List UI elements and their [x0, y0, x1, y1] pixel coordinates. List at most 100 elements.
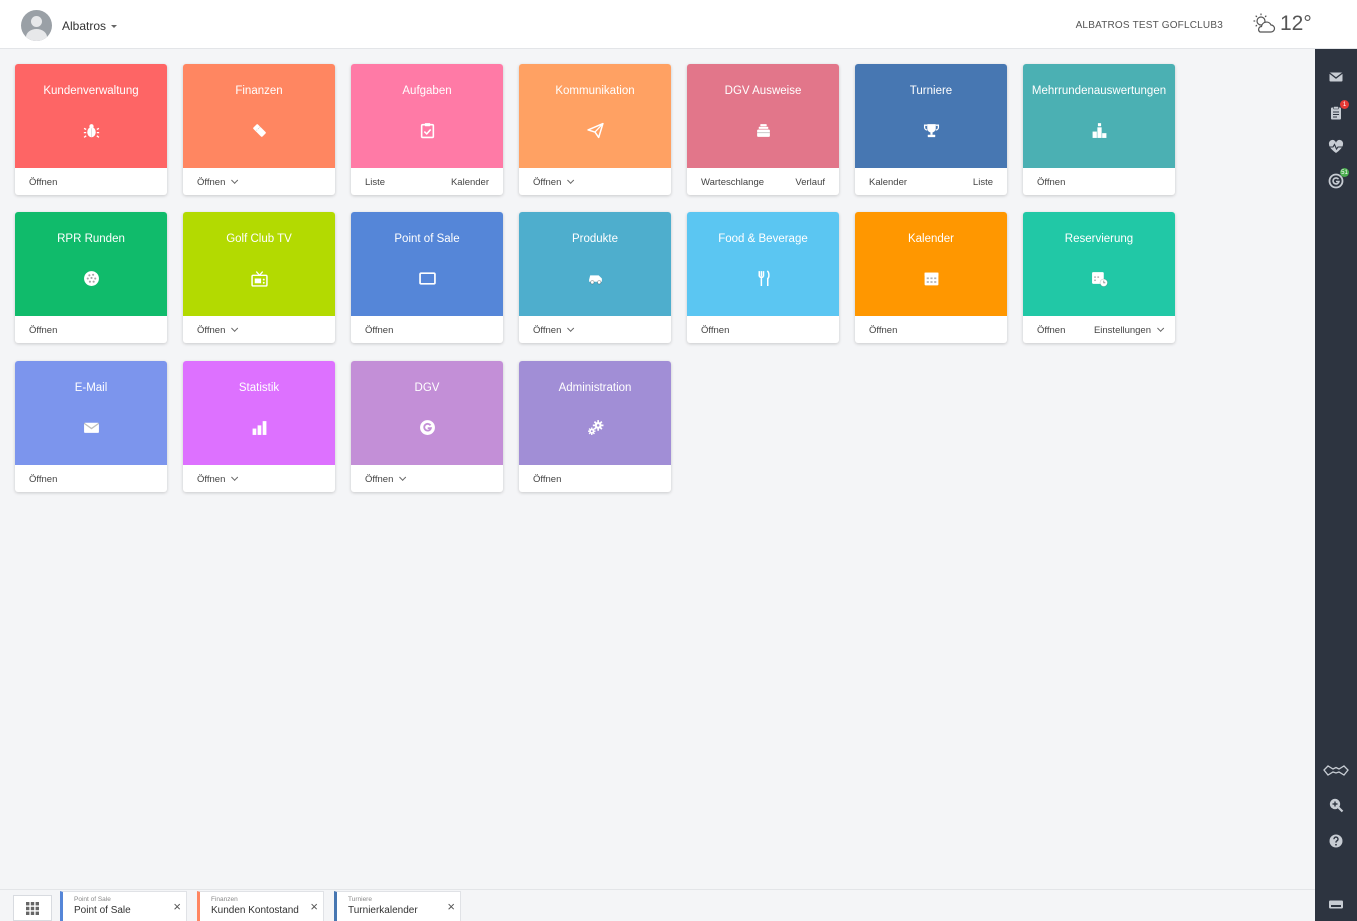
tile-header-kalender[interactable]: Kalender — [855, 212, 1007, 316]
grid-icon — [26, 901, 39, 915]
ticket-icon — [249, 120, 269, 140]
tile-link-left[interactable]: Öffnen — [365, 325, 393, 336]
bottom-tab[interactable]: Turniere Turnierkalender × — [334, 891, 461, 921]
heartbeat-icon[interactable] — [1327, 138, 1345, 156]
tile-title: DGV — [414, 382, 440, 394]
tile-link-label: Liste — [972, 177, 993, 188]
app-grid-button[interactable] — [13, 895, 52, 921]
tile-link-label: Öffnen — [197, 474, 226, 485]
tile-header-turniere[interactable]: Turniere — [855, 64, 1007, 168]
tile-header-rpr-runden[interactable]: RPR Runden — [15, 212, 167, 316]
partly-cloudy-icon — [1253, 13, 1276, 33]
tile-footer: Öffnen — [351, 465, 503, 492]
bottom-tab[interactable]: Point of Sale Point of Sale × — [60, 891, 187, 921]
tile-link-left[interactable]: Öffnen — [1037, 325, 1065, 336]
tablet-icon — [417, 268, 437, 288]
tile-header-statistik[interactable]: Statistik — [183, 361, 335, 465]
top-header: Albatros ALBATROS TEST GOFLCLUB3 12° — [0, 0, 1357, 49]
tile-point-of-sale: Point of Sale Öffnen — [351, 212, 503, 343]
tile-title: Aufgaben — [402, 85, 452, 97]
calendar-icon — [921, 268, 941, 288]
bottom-tab-label: Kunden Kontostand — [211, 905, 299, 916]
tile-link-left[interactable]: Liste — [365, 177, 385, 188]
tile-link-right[interactable]: Kalender — [451, 177, 489, 188]
mail-icon[interactable] — [1327, 68, 1345, 86]
tile-header-kommunikation[interactable]: Kommunikation — [519, 64, 671, 168]
tile-link-left[interactable]: Öffnen — [869, 325, 897, 336]
tile-header-golf-club-tv[interactable]: Golf Club TV — [183, 212, 335, 316]
user-avatar[interactable] — [21, 10, 52, 41]
chevron-down-icon — [231, 176, 239, 184]
tile-header-administration[interactable]: Administration — [519, 361, 671, 465]
tile-link-left[interactable]: Öffnen — [365, 473, 407, 485]
tile-footer: Öffnen — [183, 316, 335, 343]
tile-header-point-of-sale[interactable]: Point of Sale — [351, 212, 503, 316]
cutlery-icon — [753, 268, 773, 288]
tile-link-left[interactable]: Warteschlange — [701, 177, 764, 188]
tile-link-right[interactable]: Liste — [973, 177, 993, 188]
tile-link-label: Öffnen — [29, 325, 58, 336]
tile-kalender: Kalender Öffnen — [855, 212, 1007, 343]
tile-link-left[interactable]: Öffnen — [29, 474, 57, 485]
tile-link-left[interactable]: Öffnen — [197, 176, 239, 188]
tile-header-reservierung[interactable]: Reservierung — [1023, 212, 1175, 316]
tile-link-left[interactable]: Öffnen — [29, 325, 57, 336]
tile-link-label: Warteschlange — [701, 177, 765, 188]
tile-link-left[interactable]: Kalender — [869, 177, 907, 188]
tile-header-e-mail[interactable]: E-Mail — [15, 361, 167, 465]
tile-footer: Öffnen — [1023, 168, 1175, 195]
tile-header-dgv[interactable]: DGV — [351, 361, 503, 465]
chevron-down-icon — [399, 473, 407, 481]
tile-footer: Öffnen — [15, 316, 167, 343]
tile-kommunikation: Kommunikation Öffnen — [519, 64, 671, 195]
tile-link-left[interactable]: Öffnen — [701, 325, 729, 336]
tile-header-food-beverage[interactable]: Food & Beverage — [687, 212, 839, 316]
bottom-tab-category: Finanzen — [211, 896, 238, 903]
dgv-icon[interactable]: 51 — [1327, 168, 1349, 190]
tile-title: Kommunikation — [555, 85, 635, 97]
glasses-icon[interactable] — [1323, 762, 1349, 780]
tile-food-beverage: Food & Beverage Öffnen — [687, 212, 839, 343]
tile-header-dgv-ausweise[interactable]: DGV Ausweise — [687, 64, 839, 168]
tile-link-label: Öffnen — [533, 474, 562, 485]
zoom-in-icon[interactable] — [1327, 796, 1345, 814]
tile-header-finanzen[interactable]: Finanzen — [183, 64, 335, 168]
tile-link-left[interactable]: Öffnen — [533, 474, 561, 485]
close-icon[interactable]: × — [447, 900, 455, 913]
tile-link-left[interactable]: Öffnen — [197, 324, 239, 336]
tile-link-left[interactable]: Öffnen — [1037, 177, 1065, 188]
paper-plane-icon — [585, 120, 605, 140]
tile-link-right[interactable]: Verlauf — [795, 177, 825, 188]
tile-link-left[interactable]: Öffnen — [533, 324, 575, 336]
tile-link-label: Öffnen — [29, 177, 58, 188]
tile-link-left[interactable]: Öffnen — [197, 473, 239, 485]
tile-link-left[interactable]: Öffnen — [29, 177, 57, 188]
tile-finanzen: Finanzen Öffnen — [183, 64, 335, 195]
help-icon[interactable] — [1327, 832, 1345, 850]
tile-mehrrundenauswertungen: Mehrrundenauswertungen Öffnen — [1023, 64, 1175, 195]
clipboard-icon[interactable]: 1 — [1327, 100, 1349, 122]
tv-icon — [249, 268, 269, 288]
dgv-badge: 51 — [1340, 168, 1349, 177]
tile-title: Reservierung — [1064, 233, 1134, 245]
bottom-tab[interactable]: Finanzen Kunden Kontostand × — [197, 891, 324, 921]
user-menu[interactable]: Albatros — [62, 19, 118, 33]
tile-link-label: Öffnen — [197, 325, 226, 336]
tile-header-produkte[interactable]: Produkte — [519, 212, 671, 316]
tile-title: Kalender — [907, 233, 955, 245]
tile-header-mehrrundenauswertungen[interactable]: Mehrrundenauswertungen — [1023, 64, 1175, 168]
collapse-panel-button[interactable] — [1315, 889, 1357, 921]
dgv-logo-icon — [417, 417, 437, 437]
bottom-tab-label: Turnierkalender — [348, 905, 418, 916]
tile-header-aufgaben[interactable]: Aufgaben — [351, 64, 503, 168]
tile-footer: Liste Kalender — [351, 168, 503, 195]
window-icon — [1329, 900, 1343, 909]
bug-icon — [81, 120, 101, 140]
tile-title: DGV Ausweise — [724, 85, 802, 97]
tile-link-label: Öffnen — [533, 325, 562, 336]
tile-link-right[interactable]: Einstellungen — [1094, 324, 1165, 336]
close-icon[interactable]: × — [310, 900, 318, 913]
tile-link-left[interactable]: Öffnen — [533, 176, 575, 188]
close-icon[interactable]: × — [173, 900, 181, 913]
tile-header-kundenverwaltung[interactable]: Kundenverwaltung — [15, 64, 167, 168]
